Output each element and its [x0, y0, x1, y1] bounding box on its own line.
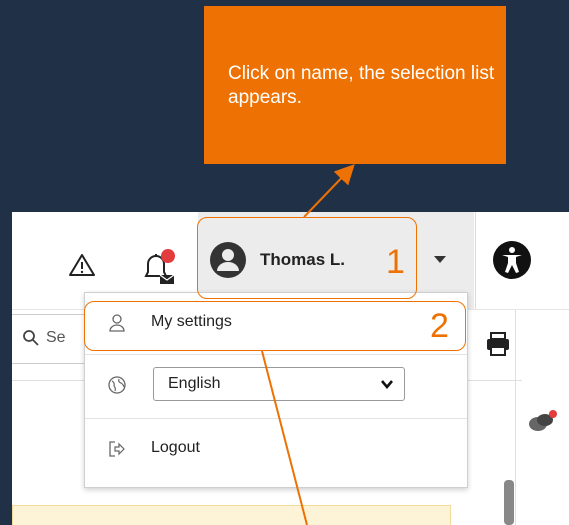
menu-item-logout[interactable]: Logout: [85, 419, 467, 479]
printer-icon[interactable]: [484, 330, 512, 358]
search-text: Se: [46, 329, 66, 346]
bell-icon[interactable]: [138, 246, 178, 286]
warning-triangle-icon[interactable]: [68, 252, 96, 278]
instruction-callout: Click on name, the selection list appear…: [204, 6, 506, 164]
chat-icon[interactable]: [526, 408, 558, 436]
menu-item-language: English: [85, 355, 467, 415]
highlight-user-name: [197, 217, 417, 299]
search-icon: [23, 330, 39, 346]
sidebar-divider: [515, 310, 516, 525]
chevron-down-icon: [381, 380, 393, 390]
step-number-1: 1: [386, 243, 405, 281]
callout-text: Click on name, the selection list appear…: [228, 63, 495, 108]
arrow-to-callout: [303, 164, 355, 218]
menu-item-label: Logout: [151, 439, 200, 456]
caret-down-icon[interactable]: [434, 256, 446, 263]
highlight-my-settings: [84, 301, 466, 351]
search-input[interactable]: Se: [12, 314, 93, 364]
accessibility-icon[interactable]: [492, 240, 532, 280]
header-divider: [475, 212, 476, 310]
notice-banner: [12, 505, 451, 525]
scrollbar-thumb[interactable]: [504, 480, 514, 525]
logout-icon: [109, 441, 125, 457]
step-number-2: 2: [430, 307, 449, 345]
globe-icon: [108, 376, 126, 394]
language-select[interactable]: English: [153, 367, 405, 401]
language-value: English: [168, 375, 221, 392]
